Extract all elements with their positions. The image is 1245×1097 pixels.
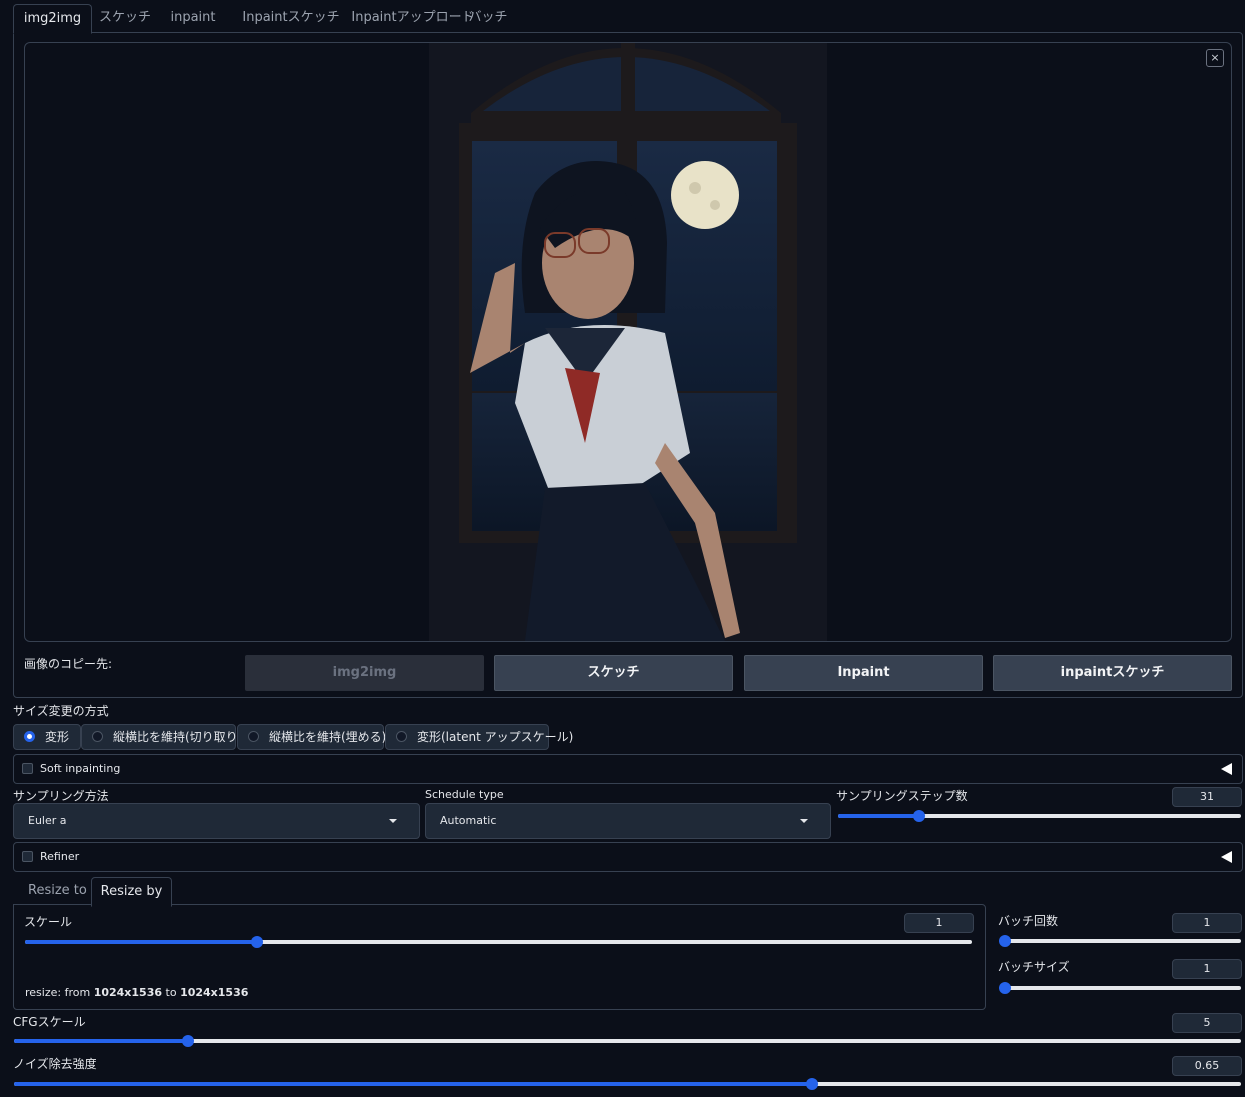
denoising-strength-slider[interactable] <box>14 1078 1241 1090</box>
tab-resize-by[interactable]: Resize by <box>91 877 172 907</box>
tab-inpaint-upload[interactable]: Inpaintアップロード <box>343 4 483 32</box>
tab-img2img[interactable]: img2img <box>13 4 92 34</box>
chevron-down-icon <box>800 819 808 823</box>
refiner-checkbox[interactable] <box>22 851 33 862</box>
mode-tabs: img2img スケッチ inpaint Inpaintスケッチ Inpaint… <box>13 4 1242 34</box>
batch-count-input[interactable]: 1 <box>1172 913 1242 933</box>
slider-fill <box>25 940 257 944</box>
sampling-method-dropdown[interactable]: Euler a <box>13 803 420 839</box>
slider-thumb[interactable] <box>912 810 925 822</box>
soft-inpainting-checkbox[interactable] <box>22 763 33 774</box>
scale-input[interactable]: 1 <box>904 913 974 933</box>
tab-inpaint[interactable]: inpaint <box>163 4 223 32</box>
sampling-steps-slider[interactable] <box>838 810 1241 822</box>
batch-size-slider[interactable] <box>999 982 1241 994</box>
cfg-scale-label: CFGスケール <box>13 1015 86 1029</box>
image-canvas[interactable] <box>24 42 1232 642</box>
tab-batch[interactable]: バッチ <box>468 4 508 32</box>
scale-label: スケール <box>24 915 73 929</box>
slider-fill <box>838 814 919 818</box>
chevron-down-icon <box>389 819 397 823</box>
cfg-scale-input[interactable]: 5 <box>1172 1013 1242 1033</box>
sampling-steps-input[interactable]: 31 <box>1172 787 1242 807</box>
schedule-type-dropdown[interactable]: Automatic <box>425 803 831 839</box>
batch-size-label: バッチサイズ <box>998 960 1070 974</box>
denoising-strength-input[interactable]: 0.65 <box>1172 1056 1242 1076</box>
schedule-type-label: Schedule type <box>425 788 504 801</box>
radio-icon <box>396 731 407 742</box>
radio-selected-icon <box>24 731 35 742</box>
slider-thumb[interactable] <box>182 1035 195 1047</box>
soft-inpainting-accordion[interactable]: Soft inpainting <box>13 754 1243 784</box>
collapse-arrow-icon[interactable] <box>1221 851 1232 863</box>
resize-mode-option[interactable]: 変形(latent アップスケール) <box>385 724 573 750</box>
batch-size-input[interactable]: 1 <box>1172 959 1242 979</box>
slider-thumb[interactable] <box>999 935 1011 947</box>
denoising-strength-label: ノイズ除去強度 <box>13 1057 97 1071</box>
resize-mode-option[interactable]: 変形 <box>13 724 81 750</box>
refiner-accordion[interactable]: Refiner <box>13 842 1243 872</box>
cfg-scale-slider[interactable] <box>14 1035 1241 1047</box>
soft-inpainting-label: Soft inpainting <box>40 762 121 775</box>
slider-fill <box>14 1082 812 1086</box>
collapse-arrow-icon[interactable] <box>1221 763 1232 775</box>
uploaded-image <box>429 43 827 641</box>
copy-to-sketch-button[interactable]: スケッチ <box>494 655 733 691</box>
copy-to-label: 画像のコピー先: <box>24 657 113 671</box>
scale-slider[interactable] <box>25 936 972 948</box>
slider-thumb[interactable] <box>251 936 263 948</box>
slider-fill <box>14 1039 189 1043</box>
close-image-icon[interactable]: × <box>1206 49 1224 67</box>
copy-to-img2img-button[interactable]: img2img <box>245 655 484 691</box>
sampling-steps-label: サンプリングステップ数 <box>836 789 968 803</box>
tab-inpaint-sketch[interactable]: Inpaintスケッチ <box>231 4 351 32</box>
refiner-label: Refiner <box>40 850 80 863</box>
copy-to-inpaint-sketch-button[interactable]: inpaintスケッチ <box>993 655 1232 691</box>
radio-icon <box>92 731 103 742</box>
tab-resize-to[interactable]: Resize to <box>28 877 87 905</box>
resize-mode-option[interactable]: 縦横比を維持(切り取り) <box>81 724 242 750</box>
resize-mode-option[interactable]: 縦横比を維持(埋める) <box>237 724 386 750</box>
sampling-method-label: サンプリング方法 <box>13 789 109 803</box>
resize-info: resize: from 1024x1536 to 1024x1536 <box>25 986 249 999</box>
copy-to-inpaint-button[interactable]: Inpaint <box>744 655 983 691</box>
batch-count-slider[interactable] <box>999 935 1241 947</box>
slider-thumb[interactable] <box>999 982 1011 994</box>
batch-count-label: バッチ回数 <box>998 914 1059 928</box>
tab-sketch[interactable]: スケッチ <box>95 4 155 32</box>
resize-mode-label: サイズ変更の方式 <box>13 704 109 718</box>
slider-thumb[interactable] <box>805 1078 818 1090</box>
radio-icon <box>248 731 259 742</box>
